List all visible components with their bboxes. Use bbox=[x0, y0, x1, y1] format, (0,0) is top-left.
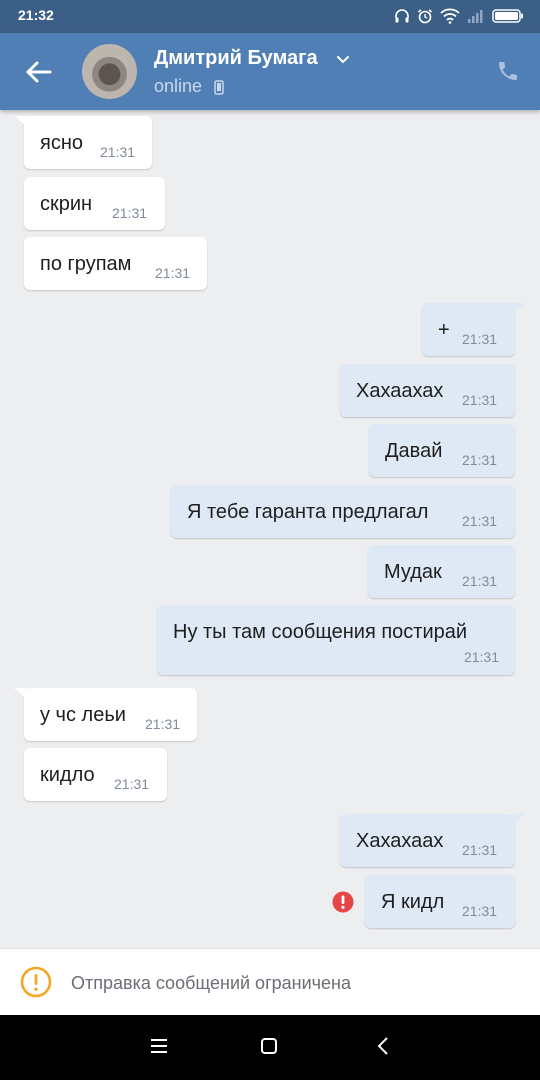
message-bubble-incoming[interactable]: по групам 21:31 bbox=[24, 237, 207, 290]
send-error-icon[interactable] bbox=[332, 891, 354, 913]
message-text: у чс леьи bbox=[40, 704, 126, 726]
restriction-bar: Отправка сообщений ограничена bbox=[0, 948, 540, 1016]
message-time: 21:31 bbox=[145, 716, 181, 732]
status-bar: 21:32 bbox=[0, 0, 540, 33]
message-bubble-incoming[interactable]: ясно 21:31 bbox=[14, 116, 152, 169]
contact-status: online bbox=[154, 76, 203, 96]
message-time: 21:31 bbox=[155, 265, 191, 281]
message-bubble-incoming[interactable]: кидло 21:31 bbox=[24, 748, 167, 801]
message-bubble-outgoing[interactable]: Хахахаах 21:31 bbox=[340, 814, 525, 867]
menu-icon[interactable] bbox=[150, 1037, 168, 1055]
message-text: Хахаахах bbox=[356, 380, 444, 402]
wifi-icon bbox=[440, 8, 460, 24]
headphones-icon bbox=[395, 9, 409, 23]
chat-header: Дмитрий Бумага online bbox=[0, 33, 540, 110]
message-bubble-outgoing[interactable]: + 21:31 bbox=[422, 303, 525, 356]
message-bubble-incoming[interactable]: у чс леьи 21:31 bbox=[14, 688, 197, 741]
message-time: 21:31 bbox=[462, 903, 498, 919]
message-time: 21:31 bbox=[462, 452, 498, 468]
restriction-label: Отправка сообщений ограничена bbox=[71, 973, 351, 993]
message-bubble-outgoing[interactable]: Мудак 21:31 bbox=[368, 545, 515, 598]
message-time: 21:31 bbox=[462, 513, 498, 529]
message-bubble-outgoing[interactable]: Хахаахах 21:31 bbox=[340, 364, 515, 417]
message-text: кидло bbox=[40, 764, 95, 786]
status-time: 21:32 bbox=[18, 7, 54, 23]
message-text: скрин bbox=[40, 193, 93, 215]
status-icons bbox=[394, 6, 524, 26]
message-text: + bbox=[438, 319, 450, 341]
message-text: Хахахаах bbox=[356, 830, 444, 852]
message-time: 21:31 bbox=[112, 205, 148, 221]
avatar[interactable] bbox=[82, 44, 137, 99]
message-text: ясно bbox=[40, 132, 83, 154]
message-bubble-outgoing[interactable]: Я кидл 21:31 bbox=[365, 875, 515, 928]
system-nav-bar bbox=[0, 1015, 540, 1080]
message-bubble-outgoing[interactable]: Я тебе гаранта предлагал 21:31 bbox=[171, 485, 515, 538]
home-icon[interactable] bbox=[260, 1037, 278, 1055]
battery-icon bbox=[492, 9, 523, 23]
message-time: 21:31 bbox=[462, 392, 498, 408]
message-bubble-outgoing[interactable]: Давай 21:31 bbox=[369, 424, 515, 477]
message-time: 21:31 bbox=[114, 776, 150, 792]
message-time: 21:31 bbox=[462, 573, 498, 589]
message-text: по групам bbox=[40, 253, 132, 275]
back-arrow-icon[interactable] bbox=[22, 57, 56, 87]
message-bubble-incoming[interactable]: скрин 21:31 bbox=[24, 177, 165, 230]
contact-name[interactable]: Дмитрий Бумага bbox=[154, 47, 318, 70]
message-time: 21:31 bbox=[462, 331, 498, 347]
warning-icon bbox=[20, 966, 52, 998]
message-time: 21:31 bbox=[100, 144, 136, 160]
alarm-icon bbox=[417, 9, 433, 24]
signal-icon bbox=[468, 10, 483, 23]
chevron-down-icon[interactable] bbox=[336, 55, 350, 65]
phone-call-icon[interactable] bbox=[496, 59, 520, 83]
message-text: Я тебе гаранта предлагал bbox=[187, 501, 429, 523]
message-text: Давай bbox=[385, 440, 443, 462]
message-time: 21:31 bbox=[462, 842, 498, 858]
message-time: 21:31 bbox=[463, 649, 499, 665]
message-text: Я кидл bbox=[381, 891, 445, 913]
message-text: Ну ты там сообщения постирай bbox=[173, 621, 468, 643]
message-bubble-outgoing[interactable]: Ну ты там сообщения постирай 21:31 bbox=[157, 605, 515, 675]
message-text: Мудак bbox=[384, 561, 442, 583]
back-icon[interactable] bbox=[376, 1037, 390, 1055]
mobile-device-icon bbox=[214, 80, 224, 95]
